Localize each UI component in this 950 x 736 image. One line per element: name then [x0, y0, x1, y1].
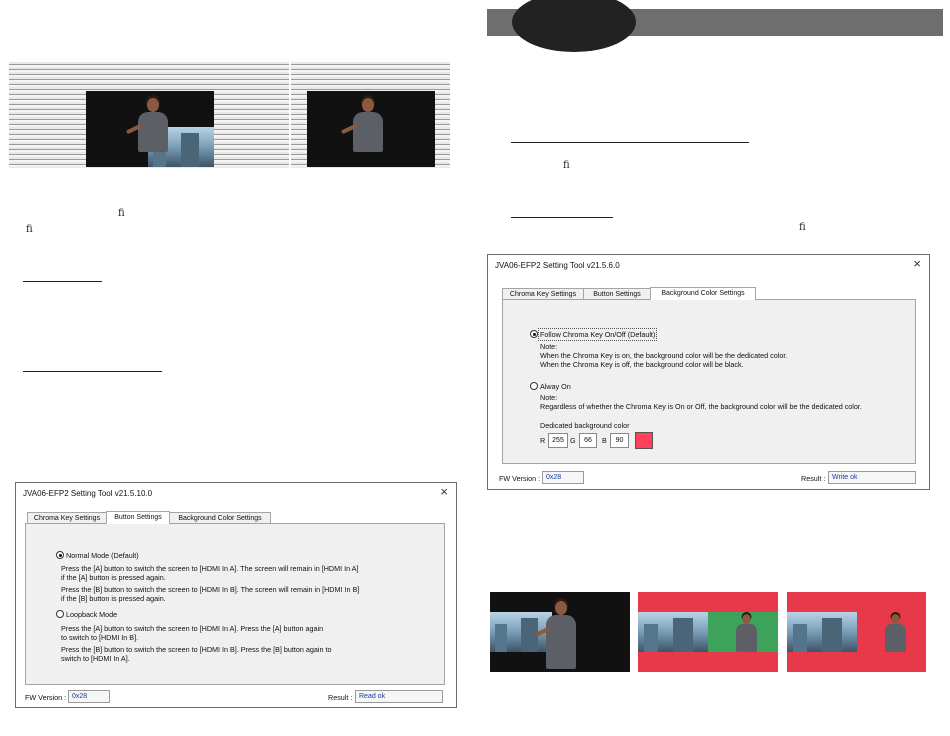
help-text: Regardless of whether the Chroma Key is …	[540, 402, 862, 411]
note-label: Note:	[540, 342, 558, 351]
note-label: Note:	[540, 393, 558, 402]
g-value-input[interactable]: 66	[579, 433, 597, 448]
section-underline	[511, 142, 749, 143]
tab-button-settings[interactable]: Button Settings	[106, 511, 170, 524]
loopback-mode-radio[interactable]	[56, 610, 64, 618]
presenter-photo-a	[86, 91, 214, 167]
settings-dialog-background: JVA06-EFP2 Setting Tool v21.5.6.0 × Chro…	[487, 254, 930, 490]
close-icon[interactable]: ×	[913, 257, 921, 271]
dialog-title: JVA06-EFP2 Setting Tool v21.5.10.0	[23, 489, 153, 498]
help-text: switch to [HDMI In A].	[61, 654, 130, 663]
fw-version-label: FW Version :	[499, 474, 541, 483]
ligature-glyph: ﬁ	[118, 208, 125, 219]
presenter-photo-b	[307, 91, 435, 167]
ligature-glyph: ﬁ	[26, 224, 33, 235]
tab-background-color[interactable]: Background Color Settings	[650, 287, 756, 300]
page-header-tab	[512, 0, 636, 52]
section-underline	[23, 281, 102, 282]
ligature-glyph: ﬁ	[563, 160, 570, 171]
help-text: to switch to [HDMI In B].	[61, 633, 139, 642]
fw-version-label: FW Version :	[25, 693, 67, 702]
section-underline	[511, 217, 613, 218]
b-value-input[interactable]: 90	[610, 433, 629, 448]
normal-mode-radio[interactable]	[56, 551, 64, 559]
settings-dialog-button: JVA06-EFP2 Setting Tool v21.5.10.0 × Chr…	[15, 482, 457, 708]
help-text: if the [B] button is pressed again.	[61, 594, 166, 603]
help-text: When the Chroma Key is on, the backgroun…	[540, 351, 788, 360]
r-value-input[interactable]: 255	[548, 433, 568, 448]
help-text: Press the [B] button to switch the scree…	[61, 645, 332, 654]
dialog-title: JVA06-EFP2 Setting Tool v21.5.6.0	[495, 261, 620, 270]
g-label: G	[570, 436, 576, 445]
fw-version-field: 0x28	[68, 690, 110, 703]
dedicated-color-label: Dedicated background color	[540, 421, 630, 430]
ligature-glyph: ﬁ	[799, 222, 806, 233]
result-label: Result :	[801, 474, 826, 483]
loopback-mode-label: Loopback Mode	[66, 610, 118, 619]
help-text: if the [A] button is pressed again.	[61, 573, 166, 582]
close-icon[interactable]: ×	[440, 485, 448, 499]
b-label: B	[602, 436, 607, 445]
r-label: R	[540, 436, 546, 445]
chroma-on-green-example-photo	[638, 592, 778, 672]
chroma-off-example-photo	[490, 592, 630, 672]
normal-mode-label: Normal Mode (Default)	[66, 551, 139, 560]
help-text: Press the [B] button to switch the scree…	[61, 585, 360, 594]
result-field: Write ok	[828, 471, 916, 484]
result-field: Read ok	[355, 690, 443, 703]
color-swatch-button[interactable]	[635, 432, 653, 449]
result-label: Result :	[328, 693, 353, 702]
help-text: When the Chroma Key is off, the backgrou…	[540, 360, 744, 369]
tab-panel: Normal Mode (Default) Press the [A] butt…	[25, 523, 445, 685]
tab-panel: Follow Chroma Key On/Off (Default) Note:…	[502, 299, 916, 464]
fw-version-field: 0x28	[542, 471, 584, 484]
help-text: Press the [A] button to switch the scree…	[61, 624, 324, 633]
chroma-on-red-example-photo	[787, 592, 926, 672]
always-on-label: Alway On	[540, 382, 571, 391]
always-on-radio[interactable]	[530, 382, 538, 390]
follow-chroma-key-radio[interactable]	[530, 330, 538, 338]
follow-chroma-key-label: Follow Chroma Key On/Off (Default)	[537, 328, 658, 341]
help-text: Press the [A] button to switch the scree…	[61, 564, 359, 573]
section-underline	[23, 371, 162, 372]
